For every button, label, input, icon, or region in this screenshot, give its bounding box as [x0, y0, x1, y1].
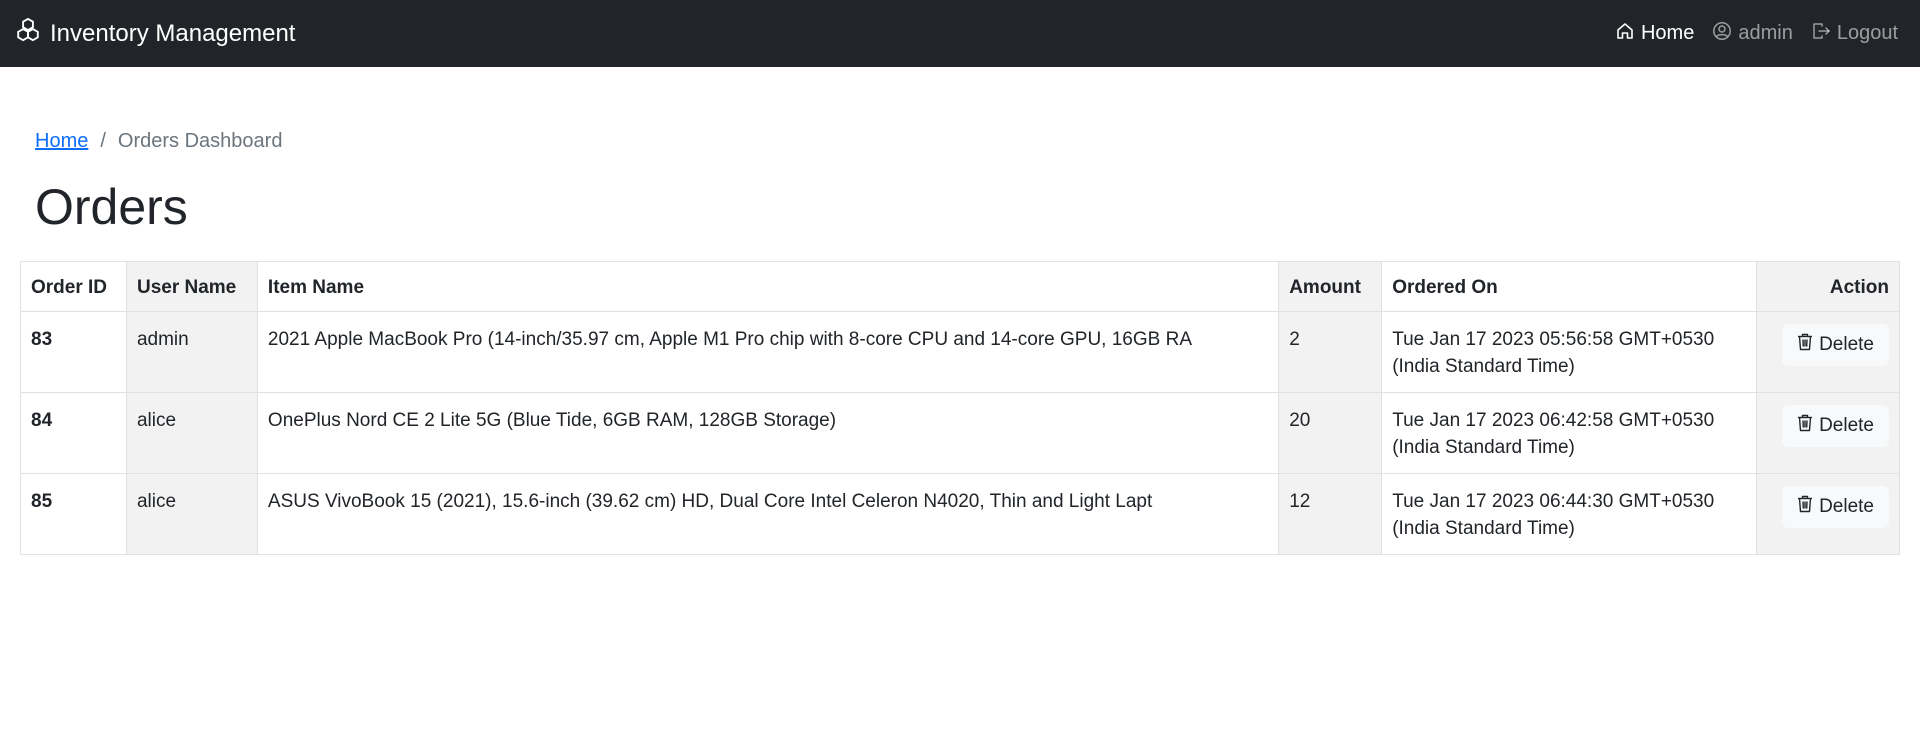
delete-button[interactable]: Delete: [1782, 486, 1889, 528]
nav-logout-link[interactable]: Logout: [1811, 21, 1898, 47]
action-cell: Delete: [1755, 473, 1901, 555]
header-amount: Amount: [1278, 261, 1383, 312]
delete-button[interactable]: Delete: [1782, 324, 1889, 366]
brand-name: Inventory Management: [50, 19, 296, 47]
nav-logout-label: Logout: [1836, 22, 1898, 44]
order-id-cell: 83: [20, 311, 127, 393]
amount-cell: 20: [1278, 392, 1383, 474]
delete-button[interactable]: Delete: [1782, 405, 1889, 447]
ordered-on-cell: Tue Jan 17 2023 06:44:30 GMT+0530 (India…: [1381, 473, 1757, 555]
user-name-cell: alice: [125, 392, 258, 474]
delete-button-label: Delete: [1819, 496, 1874, 517]
delete-button-label: Delete: [1819, 415, 1874, 436]
header-ordered-on: Ordered On: [1381, 261, 1757, 312]
nav-home-link[interactable]: Home: [1615, 21, 1694, 47]
page-title: Orders: [35, 179, 188, 235]
order-id-cell: 84: [20, 392, 127, 474]
boxes-icon: [14, 16, 42, 51]
action-cell: Delete: [1755, 392, 1901, 474]
trash-icon: [1797, 333, 1813, 357]
house-icon: [1615, 21, 1635, 47]
breadcrumb-current: Orders Dashboard: [117, 130, 283, 152]
item-name-cell: OnePlus Nord CE 2 Lite 5G (Blue Tide, 6G…: [256, 392, 1280, 474]
header-action: Action: [1755, 261, 1901, 312]
delete-button-label: Delete: [1819, 334, 1874, 355]
order-id-cell: 85: [20, 473, 127, 555]
nav-user-label: admin: [1738, 22, 1793, 44]
ordered-on-cell: Tue Jan 17 2023 05:56:58 GMT+0530 (India…: [1381, 311, 1757, 393]
breadcrumb-separator: /: [100, 130, 106, 152]
box-arrow-right-icon: [1811, 21, 1831, 47]
navbar: Inventory Management Home admin Logout: [0, 0, 1920, 67]
trash-icon: [1797, 414, 1813, 438]
table-row: 84 alice OnePlus Nord CE 2 Lite 5G (Blue…: [20, 392, 1901, 474]
ordered-on-cell: Tue Jan 17 2023 06:42:58 GMT+0530 (India…: [1381, 392, 1757, 474]
table-row: 83 admin 2021 Apple MacBook Pro (14-inch…: [20, 311, 1901, 393]
orders-table: Order ID User Name Item Name Amount Orde…: [20, 261, 1901, 555]
action-cell: Delete: [1755, 311, 1901, 393]
breadcrumb-home-link[interactable]: Home: [35, 130, 88, 153]
nav-user-link[interactable]: admin: [1712, 21, 1793, 47]
table-row: 85 alice ASUS VivoBook 15 (2021), 15.6-i…: [20, 473, 1901, 555]
person-circle-icon: [1712, 21, 1732, 47]
nav-home-label: Home: [1640, 22, 1695, 44]
brand-link[interactable]: Inventory Management: [14, 16, 295, 51]
amount-cell: 2: [1278, 311, 1383, 393]
breadcrumb: Home / Orders Dashboard: [20, 130, 1900, 153]
header-order-id: Order ID: [20, 261, 127, 312]
nav-links: Home admin Logout: [1615, 21, 1906, 47]
amount-cell: 12: [1278, 473, 1383, 555]
header-item-name: Item Name: [256, 261, 1280, 312]
header-user-name: User Name: [125, 261, 258, 312]
user-name-cell: admin: [125, 311, 258, 393]
trash-icon: [1797, 495, 1813, 519]
table-header-row: Order ID User Name Item Name Amount Orde…: [20, 261, 1901, 312]
user-name-cell: alice: [125, 473, 258, 555]
item-name-cell: ASUS VivoBook 15 (2021), 15.6-inch (39.6…: [256, 473, 1280, 555]
item-name-cell: 2021 Apple MacBook Pro (14-inch/35.97 cm…: [256, 311, 1280, 393]
main-content: Home / Orders Dashboard Orders Order ID …: [0, 130, 1920, 555]
